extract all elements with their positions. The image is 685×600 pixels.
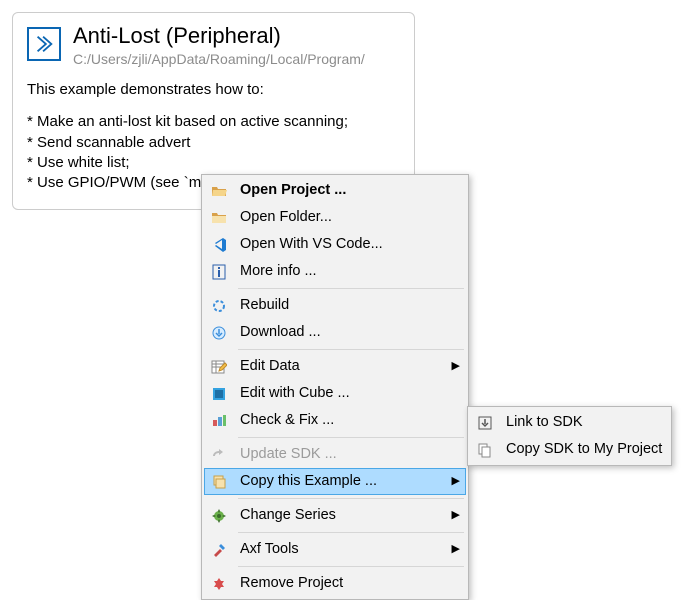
menu-separator xyxy=(238,532,464,533)
menu-check-fix[interactable]: Check & Fix ... xyxy=(204,407,466,434)
example-path: C:/Users/zjli/AppData/Roaming/Local/Prog… xyxy=(73,51,365,67)
chevron-right-icon: ▶ xyxy=(452,510,460,521)
chevron-right-icon: ▶ xyxy=(452,476,460,487)
menu-open-folder[interactable]: Open Folder... xyxy=(204,204,466,231)
context-menu[interactable]: Open Project ... Open Folder... Open Wit… xyxy=(201,174,469,600)
submenu-copy-sdk[interactable]: Copy SDK to My Project xyxy=(470,436,669,463)
menu-more-info[interactable]: More info ... xyxy=(204,258,466,285)
menu-label: Rebuild xyxy=(240,298,460,313)
copy-example-icon xyxy=(208,471,230,493)
rebuild-icon xyxy=(208,295,230,317)
menu-edit-cube[interactable]: Edit with Cube ... xyxy=(204,380,466,407)
menu-copy-example[interactable]: Copy this Example ... ▶ xyxy=(204,468,466,495)
menu-download[interactable]: Download ... xyxy=(204,319,466,346)
link-sdk-icon xyxy=(474,412,496,434)
menu-edit-data[interactable]: Edit Data ▶ xyxy=(204,353,466,380)
menu-separator xyxy=(238,566,464,567)
menu-label: Axf Tools xyxy=(240,542,446,557)
menu-label: Copy SDK to My Project xyxy=(506,442,663,457)
info-icon xyxy=(208,261,230,283)
menu-label: Open With VS Code... xyxy=(240,237,460,252)
chevron-right-icon: ▶ xyxy=(452,544,460,555)
menu-update-sdk: Update SDK ... xyxy=(204,441,466,468)
example-title: Anti-Lost (Peripheral) xyxy=(73,23,365,49)
menu-open-project[interactable]: Open Project ... xyxy=(204,177,466,204)
menu-label: Remove Project xyxy=(240,576,460,591)
menu-remove-project[interactable]: Remove Project xyxy=(204,570,466,597)
update-sdk-icon xyxy=(208,444,230,466)
remove-project-icon xyxy=(208,573,230,595)
menu-label: Edit Data xyxy=(240,359,446,374)
copy-sdk-icon xyxy=(474,439,496,461)
description-line: * Use white list; xyxy=(27,153,400,173)
open-folder-icon xyxy=(208,207,230,229)
example-icon xyxy=(27,27,61,61)
menu-open-vscode[interactable]: Open With VS Code... xyxy=(204,231,466,258)
menu-label: Edit with Cube ... xyxy=(240,386,460,401)
menu-label: Change Series xyxy=(240,508,446,523)
menu-label: More info ... xyxy=(240,264,460,279)
menu-label: Update SDK ... xyxy=(240,447,460,462)
menu-separator xyxy=(238,437,464,438)
menu-label: Download ... xyxy=(240,325,460,340)
edit-data-icon xyxy=(208,356,230,378)
menu-separator xyxy=(238,498,464,499)
menu-label: Link to SDK xyxy=(506,415,663,430)
download-icon xyxy=(208,322,230,344)
cube-icon xyxy=(208,383,230,405)
menu-label: Check & Fix ... xyxy=(240,413,460,428)
axf-tools-icon xyxy=(208,539,230,561)
menu-change-series[interactable]: Change Series ▶ xyxy=(204,502,466,529)
submenu-link-sdk[interactable]: Link to SDK xyxy=(470,409,669,436)
menu-axf-tools[interactable]: Axf Tools ▶ xyxy=(204,536,466,563)
change-series-icon xyxy=(208,505,230,527)
description-line: * Make an anti-lost kit based on active … xyxy=(27,112,400,132)
menu-label: Open Folder... xyxy=(240,210,460,225)
menu-rebuild[interactable]: Rebuild xyxy=(204,292,466,319)
menu-separator xyxy=(238,288,464,289)
menu-separator xyxy=(238,349,464,350)
menu-label: Open Project ... xyxy=(240,183,460,198)
chevron-right-icon: ▶ xyxy=(452,361,460,372)
description-intro: This example demonstrates how to: xyxy=(27,81,400,98)
menu-label: Copy this Example ... xyxy=(240,474,446,489)
description-line: * Send scannable advert xyxy=(27,133,400,153)
card-title-block: Anti-Lost (Peripheral) C:/Users/zjli/App… xyxy=(73,23,365,67)
copy-example-submenu[interactable]: Link to SDK Copy SDK to My Project xyxy=(467,406,672,466)
check-fix-icon xyxy=(208,410,230,432)
open-project-icon xyxy=(208,180,230,202)
vscode-icon xyxy=(208,234,230,256)
card-header: Anti-Lost (Peripheral) C:/Users/zjli/App… xyxy=(27,23,400,67)
